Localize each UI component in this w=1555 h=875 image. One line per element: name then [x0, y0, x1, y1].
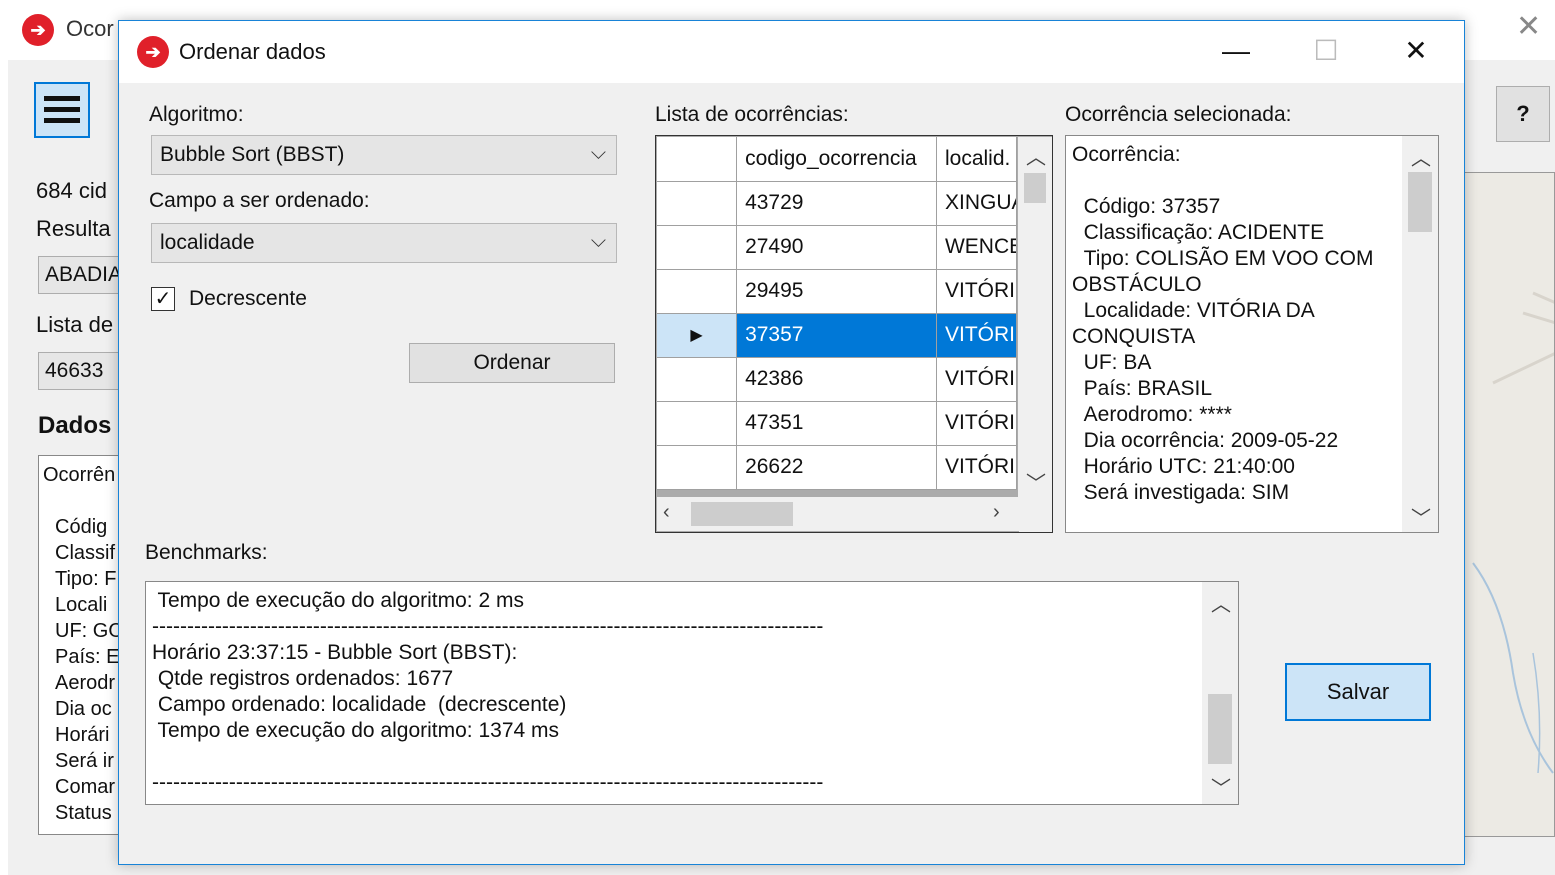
grid-table: codigo_ocorrencia localid. 43729 XINGUA … [657, 137, 1018, 490]
main-window-title: Ocor [66, 16, 114, 41]
chevron-down-icon[interactable]: ﹀ [1211, 772, 1231, 801]
menu-bar [44, 107, 80, 112]
chevron-down-icon: ⌵ [590, 142, 606, 164]
benchmarks-vscroll-thumb[interactable] [1208, 694, 1232, 764]
maximize-button[interactable]: ☐ [1303, 33, 1349, 69]
campo-select[interactable]: localidade ⌵ [151, 223, 617, 263]
ocorrencia-selecionada-text: Ocorrência: Código: 37357 Classificação:… [1072, 143, 1374, 504]
minimize-button[interactable]: — [1213, 33, 1259, 69]
cell-localidade[interactable]: WENCE [936, 225, 1018, 270]
menu-bar [44, 118, 80, 123]
benchmarks-label: Benchmarks: [145, 541, 268, 564]
table-row[interactable]: 26622 VITÓRI [657, 445, 1018, 490]
row-header[interactable] [657, 181, 738, 226]
cell-codigo[interactable]: 26622 [736, 445, 937, 490]
dialog-title: Ordenar dados [179, 39, 326, 64]
table-row[interactable]: 29495 VITÓRI [657, 269, 1018, 314]
salvar-button[interactable]: Salvar [1285, 663, 1431, 721]
row-header[interactable] [657, 401, 738, 446]
cell-localidade[interactable]: VITÓRI [936, 401, 1018, 446]
selecionada-vscroll-thumb[interactable] [1408, 172, 1432, 232]
campo-selected-value: localidade [160, 231, 255, 254]
table-row[interactable]: 43729 XINGUA [657, 181, 1018, 226]
ordenar-dados-dialog: ➔ Ordenar dados — ☐ ✕ Algoritmo: Bubble … [118, 20, 1465, 865]
chevron-down-icon[interactable]: ﹀ [1026, 467, 1046, 496]
ocorrencia-selecionada-textbox[interactable]: Ocorrência: Código: 37357 Classificação:… [1065, 135, 1439, 533]
cell-codigo[interactable]: 29495 [736, 269, 937, 314]
lista-ocorrencias-label: Lista de ocorrências: [655, 103, 849, 126]
benchmarks-vertical-scrollbar[interactable]: ︿ ﹀ [1202, 582, 1238, 804]
chevron-up-icon[interactable]: ︿ [1026, 141, 1046, 170]
dialog-titlebar: ➔ Ordenar dados — ☐ ✕ [119, 21, 1464, 83]
grid-corner-header [657, 137, 738, 182]
lista-label: Lista de [36, 312, 114, 337]
grid-vscroll-thumb[interactable] [1024, 173, 1046, 203]
cidades-count-label: 684 cid [36, 178, 107, 203]
row-header[interactable] [657, 269, 738, 314]
grid-vertical-scrollbar[interactable]: ︿ ﹀ [1018, 137, 1052, 497]
cell-localidade[interactable]: VITÓRI [936, 445, 1018, 490]
plane-logo-icon: ➔ [22, 14, 54, 46]
chevron-up-icon[interactable]: ︿ [1211, 588, 1231, 617]
chevron-left-icon[interactable]: ‹ [663, 501, 670, 524]
row-header[interactable] [657, 225, 738, 270]
algoritmo-select[interactable]: Bubble Sort (BBST) ⌵ [151, 135, 617, 175]
cell-localidade[interactable]: VITÓRI [936, 357, 1018, 402]
row-header[interactable] [657, 445, 738, 490]
cell-localidade[interactable]: VITÓRI [936, 313, 1018, 358]
chevron-down-icon: ⌵ [590, 230, 606, 252]
cell-localidade[interactable]: VITÓRI [936, 269, 1018, 314]
ordenar-button[interactable]: Ordenar [409, 343, 615, 383]
table-row[interactable]: 47351 VITÓRI [657, 401, 1018, 446]
close-button[interactable]: ✕ [1393, 33, 1439, 69]
chevron-up-icon[interactable]: ︿ [1411, 142, 1431, 171]
plane-logo-icon: ➔ [137, 36, 169, 68]
grid-scroll-corner [1019, 497, 1052, 532]
benchmarks-text: Tempo de execução do algoritmo: 2 ms ---… [152, 589, 824, 794]
dados-heading: Dados [38, 412, 112, 439]
grid-header-row: codigo_ocorrencia localid. [657, 137, 1018, 182]
column-header-codigo[interactable]: codigo_ocorrencia [736, 137, 937, 182]
column-header-localidade[interactable]: localid. [936, 137, 1018, 182]
decrescente-checkbox[interactable]: ✓ [151, 287, 175, 311]
ocorrencia-selecionada-label: Ocorrência selecionada: [1065, 103, 1292, 126]
table-row[interactable]: 27490 WENCE [657, 225, 1018, 270]
cell-codigo[interactable]: 47351 [736, 401, 937, 446]
table-row-selected[interactable]: ▶ 37357 VITÓRI [657, 313, 1018, 358]
chevron-right-icon[interactable]: › [993, 501, 1000, 524]
map-view[interactable] [1462, 172, 1555, 837]
row-pointer-icon[interactable]: ▶ [657, 313, 738, 358]
main-close-button[interactable]: ✕ [1516, 12, 1541, 42]
grid-hscroll-thumb[interactable] [691, 502, 793, 526]
benchmarks-textbox[interactable]: Tempo de execução do algoritmo: 2 ms ---… [145, 581, 1239, 805]
menu-bar [44, 96, 80, 101]
map-roads [1472, 291, 1554, 774]
hamburger-menu-button[interactable] [34, 82, 90, 138]
cell-codigo[interactable]: 42386 [736, 357, 937, 402]
campo-label: Campo a ser ordenado: [149, 189, 370, 212]
selecionada-vertical-scrollbar[interactable]: ︿ ﹀ [1402, 136, 1438, 532]
table-row[interactable]: 42386 VITÓRI [657, 357, 1018, 402]
resultado-label: Resulta [36, 216, 111, 241]
ocorrencias-grid[interactable]: codigo_ocorrencia localid. 43729 XINGUA … [655, 135, 1053, 533]
row-header[interactable] [657, 357, 738, 402]
cell-codigo[interactable]: 27490 [736, 225, 937, 270]
cell-codigo[interactable]: 37357 [736, 313, 937, 358]
help-button[interactable]: ? [1496, 86, 1550, 142]
cell-codigo[interactable]: 43729 [736, 181, 937, 226]
algoritmo-label: Algoritmo: [149, 103, 244, 126]
decrescente-label[interactable]: Decrescente [189, 287, 307, 311]
algoritmo-selected-value: Bubble Sort (BBST) [160, 143, 345, 166]
grid-horizontal-scrollbar[interactable]: ‹ › [657, 497, 1019, 531]
chevron-down-icon[interactable]: ﹀ [1411, 502, 1431, 531]
cell-localidade[interactable]: XINGUA [936, 181, 1018, 226]
